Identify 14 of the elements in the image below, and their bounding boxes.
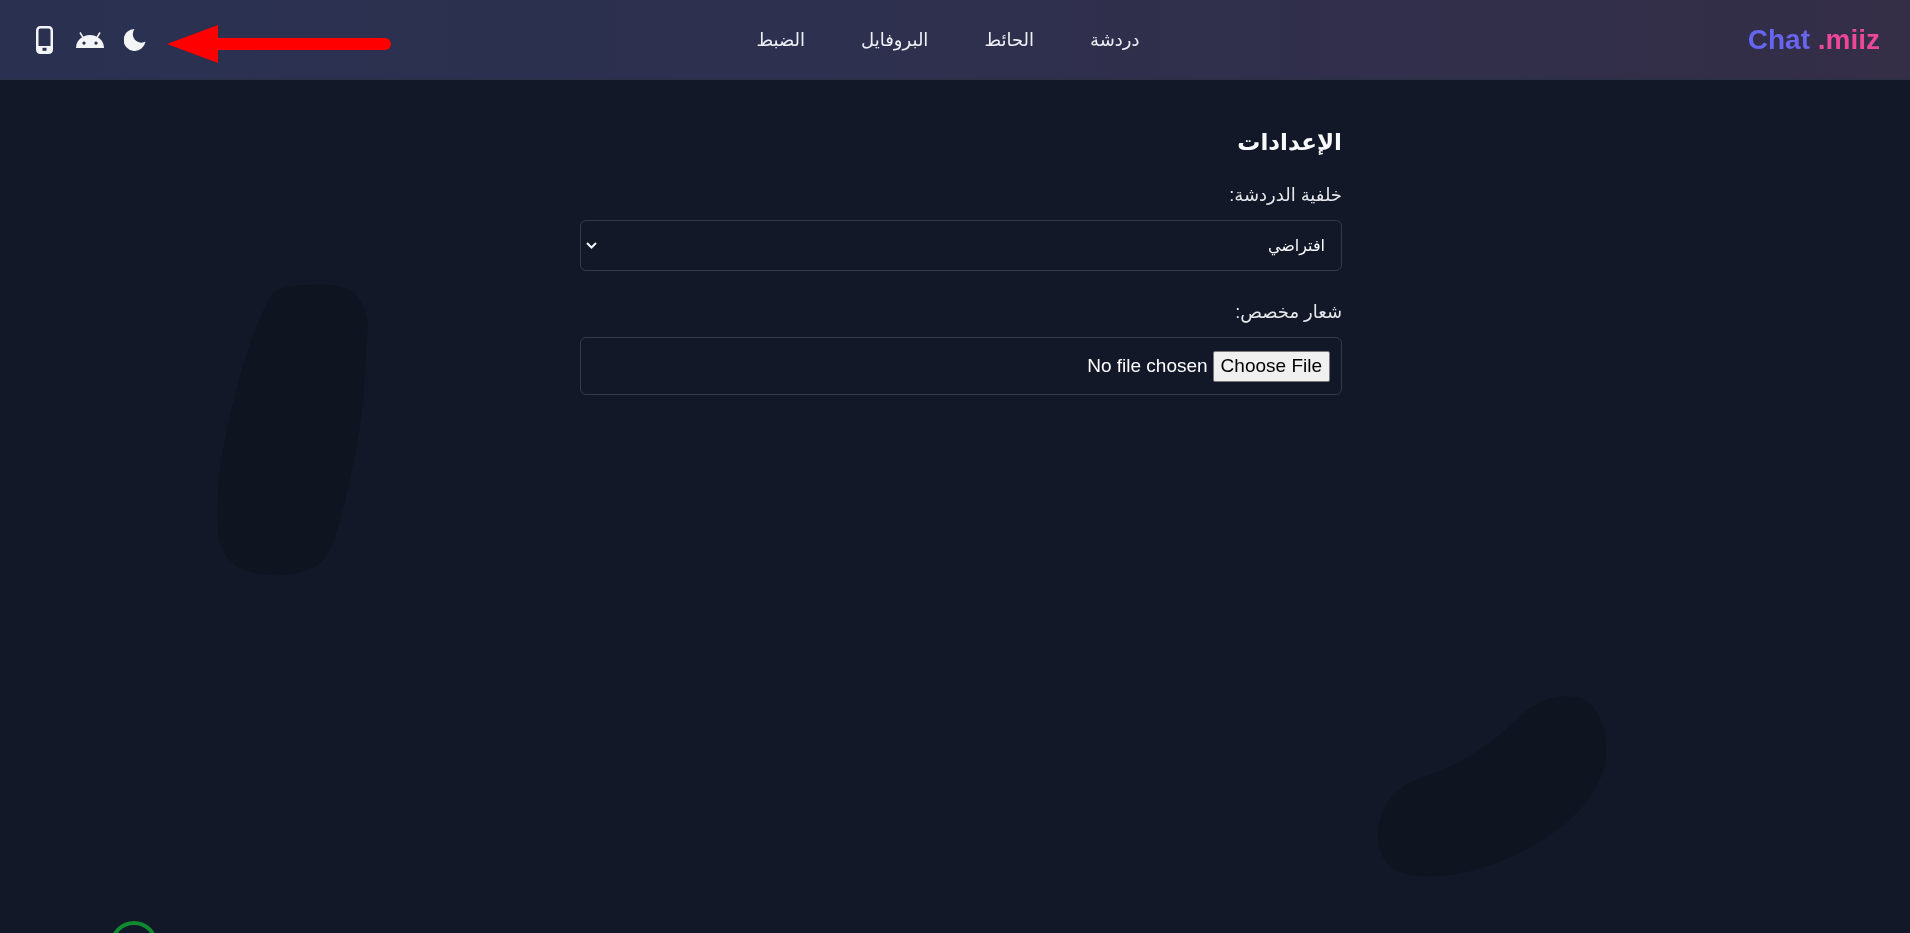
nav-link[interactable]: الضبط bbox=[756, 28, 806, 51]
background-select[interactable]: افتراضي bbox=[580, 220, 1342, 271]
field-label: خلفية الدردشة: bbox=[1229, 184, 1342, 207]
field-label: شعار مخصص: bbox=[1235, 301, 1342, 324]
nav-link[interactable]: البروفايل bbox=[861, 28, 929, 51]
phone-icon[interactable] bbox=[36, 25, 53, 54]
android-icon[interactable] bbox=[76, 31, 104, 48]
chevron-down-icon bbox=[586, 242, 597, 249]
moon-icon[interactable] bbox=[124, 28, 146, 51]
file-status-text: No file chosen bbox=[1087, 355, 1208, 377]
nav-link[interactable]: الحائط bbox=[984, 28, 1035, 51]
nav-link[interactable]: دردشة bbox=[1090, 28, 1140, 51]
choose-file-button[interactable]: Choose File bbox=[1212, 350, 1330, 382]
settings-heading: الإعدادات bbox=[1236, 128, 1342, 157]
